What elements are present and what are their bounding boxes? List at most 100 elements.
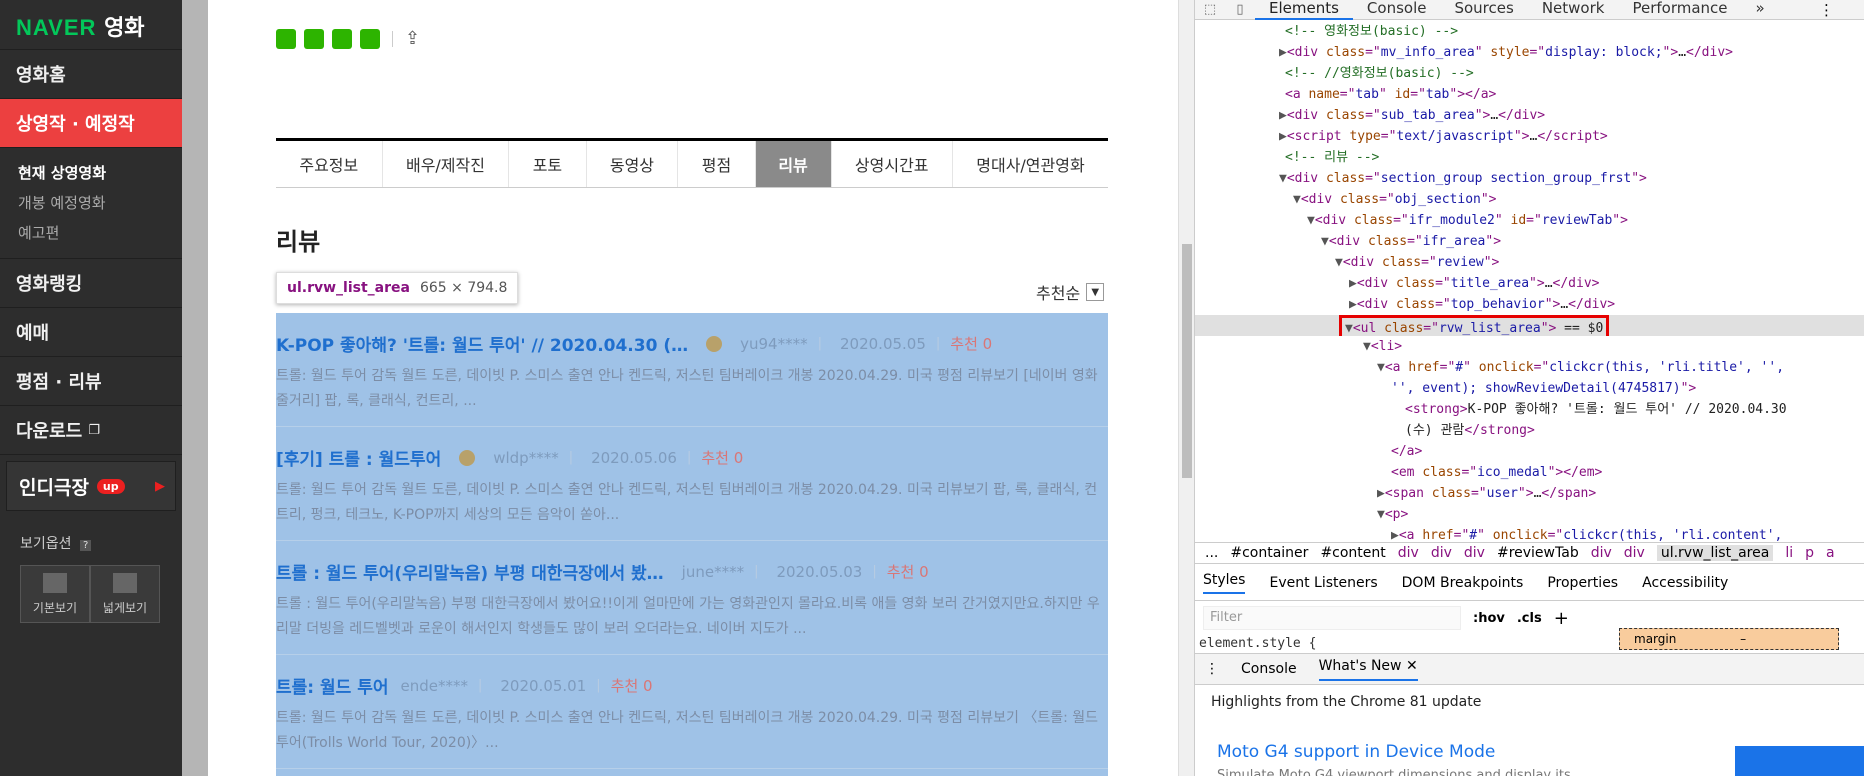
review-title-link[interactable]: 트롤 : 월드 투어(우리말녹음) 부평 대한극장에서 봤…	[276, 559, 664, 584]
dom-node[interactable]: ▶<div class="title_area">…</div>	[1195, 273, 1864, 294]
tab-rating[interactable]: 평점	[678, 141, 756, 187]
sort-select[interactable]: 추천순 ▼	[1036, 280, 1105, 304]
dom-node[interactable]: '', event); showReviewDetail(4745817)">	[1195, 378, 1864, 399]
dom-node[interactable]: </a>	[1195, 441, 1864, 462]
cafe-share-icon[interactable]	[304, 28, 324, 49]
submenu-current-movies[interactable]: 현재 상영영화	[18, 158, 182, 188]
breadcrumb-item[interactable]: div	[1591, 545, 1612, 561]
bookmark-share-icon[interactable]	[332, 28, 352, 49]
styles-tab[interactable]: Styles	[1203, 572, 1246, 594]
sidebar-item-booking[interactable]: 예매	[0, 308, 182, 357]
review-user[interactable]: wldp****	[493, 449, 558, 467]
dom-node[interactable]: <strong>K-POP 좋아해? '트롤: 월드 투어' // 2020.0…	[1195, 399, 1864, 420]
help-icon[interactable]: ?	[79, 540, 92, 551]
dom-node[interactable]: <em class="ico_medal"></em>	[1195, 462, 1864, 483]
dom-node[interactable]: ▼<p>	[1195, 504, 1864, 525]
styles-tab[interactable]: Event Listeners	[1269, 575, 1377, 591]
tab-main-info[interactable]: 주요정보	[276, 141, 383, 187]
submenu-trailers[interactable]: 예고편	[18, 218, 182, 248]
styles-tab[interactable]: Properties	[1547, 575, 1618, 591]
tab-video[interactable]: 동영상	[587, 141, 679, 187]
review-title-link[interactable]: [후기] 트롤 : 월드투어	[276, 445, 441, 470]
dom-node[interactable]: <a name="tab" id="tab"></a>	[1195, 84, 1864, 105]
dom-node[interactable]: ▶<div class="sub_tab_area">…</div>	[1195, 105, 1864, 126]
dom-node[interactable]: ▼<ul class="rvw_list_area"> == $0	[1195, 315, 1864, 336]
sidebar-item-ranking[interactable]: 영화랭킹	[0, 259, 182, 308]
tab-performance[interactable]: Performance	[1618, 0, 1741, 20]
tab-sources[interactable]: Sources	[1440, 0, 1527, 20]
breadcrumb-item[interactable]: div	[1431, 545, 1452, 561]
breadcrumb-item[interactable]: li	[1785, 545, 1793, 561]
blog-share-icon[interactable]	[276, 28, 296, 49]
dom-node[interactable]: ▶<div class="top_behavior">…</div>	[1195, 294, 1864, 315]
sidebar-item-reviews[interactable]: 평점 · 리뷰	[0, 357, 182, 406]
keep-share-icon[interactable]	[360, 28, 380, 49]
tab-photo[interactable]: 포토	[509, 141, 587, 187]
review-title-link[interactable]: K-POP 좋아해? '트롤: 월드 투어' // 2020.04.30 (…	[276, 331, 688, 356]
tab-network[interactable]: Network	[1528, 0, 1619, 20]
basic-view-button[interactable]: 기본보기	[20, 565, 90, 623]
review-title-link[interactable]: 트롤: 월드 투어	[276, 673, 388, 698]
hov-button[interactable]: :hov	[1473, 611, 1505, 626]
breadcrumb-item[interactable]: div	[1398, 545, 1419, 561]
breadcrumb-item[interactable]: div	[1624, 545, 1645, 561]
dom-node[interactable]: <!-- 영화정보(basic) -->	[1195, 21, 1864, 42]
drawer-tab-whats-new[interactable]: What's New ✕	[1318, 658, 1418, 681]
styles-tab[interactable]: DOM Breakpoints	[1402, 575, 1524, 591]
breadcrumb-item[interactable]: #container	[1230, 545, 1308, 561]
review-user[interactable]: ende****	[400, 677, 468, 695]
review-body-link[interactable]: 트롤: 월드 투어 감독 월트 도른, 데이빗 P. 스미스 출연 안나 켄드릭…	[276, 478, 1108, 528]
indie-theater-button[interactable]: 인디극장 up ▶	[6, 461, 176, 511]
whats-new-link[interactable]: Moto G4 support in Device Mode	[1217, 742, 1495, 762]
tab-elements[interactable]: Elements	[1255, 0, 1353, 20]
styles-filter-input[interactable]: Filter	[1203, 606, 1461, 630]
sidebar-item-home[interactable]: 영화홈	[0, 50, 182, 99]
tab-console[interactable]: Console	[1353, 0, 1441, 20]
tab-cast[interactable]: 배우/제작진	[383, 141, 510, 187]
review-body-link[interactable]: 트롤: 월드 투어 감독 월트 도른, 데이빗 P. 스미스 출연 안나 켄드릭…	[276, 706, 1108, 756]
dom-node[interactable]: <!-- //영화정보(basic) -->	[1195, 63, 1864, 84]
dom-node[interactable]: ▼<li>	[1195, 336, 1864, 357]
dom-node[interactable]: (수) 관람</strong>	[1195, 420, 1864, 441]
add-rule-icon[interactable]: +	[1554, 608, 1569, 629]
tab-review[interactable]: 리뷰	[755, 141, 832, 187]
more-tabs-button[interactable]: »	[1742, 0, 1779, 20]
styles-tab[interactable]: Accessibility	[1642, 575, 1728, 591]
breadcrumb-item[interactable]: div	[1464, 545, 1485, 561]
tab-showtimes[interactable]: 상영시간표	[832, 141, 953, 187]
submenu-upcoming-movies[interactable]: 개봉 예정영화	[18, 188, 182, 218]
breadcrumb-item[interactable]: a	[1826, 545, 1835, 561]
dom-node[interactable]: ▼<div class="ifr_area">	[1195, 231, 1864, 252]
dom-node[interactable]: ▶<div class="mv_info_area" style="displa…	[1195, 42, 1864, 63]
wide-view-button[interactable]: 넓게보기	[90, 565, 160, 623]
naver-movie-logo[interactable]: NAVER 영화	[0, 0, 182, 50]
breadcrumb-item[interactable]: ...	[1205, 545, 1218, 561]
kebab-menu-icon[interactable]: ⋮	[1819, 1, 1834, 19]
review-user[interactable]: yu94****	[740, 335, 807, 353]
breadcrumb-item[interactable]: #reviewTab	[1497, 545, 1579, 561]
dom-node[interactable]: ▶<script type="text/javascript">…</scrip…	[1195, 126, 1864, 147]
device-toggle-icon[interactable]: ▯	[1225, 2, 1255, 17]
review-body-link[interactable]: 트롤 : 월드 투어(우리말녹음) 부평 대한극장에서 봤어요!!이게 얼마만에…	[276, 592, 1108, 642]
sidebar-item-download[interactable]: 다운로드 ❐	[0, 406, 182, 455]
drawer-tab-console[interactable]: Console	[1241, 661, 1297, 677]
dom-node[interactable]: ▼<div class="review">	[1195, 252, 1864, 273]
breadcrumb-item[interactable]: #content	[1320, 545, 1385, 561]
dom-node[interactable]: <!-- 리뷰 -->	[1195, 147, 1864, 168]
close-icon[interactable]: ✕	[1406, 658, 1418, 674]
review-body-link[interactable]: 트롤: 월드 투어 감독 월트 도른, 데이빗 P. 스미스 출연 안나 켄드릭…	[276, 364, 1108, 414]
page-scrollbar[interactable]	[1178, 0, 1194, 776]
dom-node[interactable]: ▶<span class="user">…</span>	[1195, 483, 1864, 504]
share-icon[interactable]: ⇪	[405, 28, 420, 49]
sidebar-item-now-showing[interactable]: 상영작 · 예정작	[0, 99, 182, 148]
cls-button[interactable]: .cls	[1517, 611, 1542, 626]
tab-quotes[interactable]: 명대사/연관영화	[953, 141, 1108, 187]
dom-node[interactable]: ▼<a href="#" onclick="clickcr(this, 'rli…	[1195, 357, 1864, 378]
drawer-menu-icon[interactable]: ⋮	[1205, 661, 1219, 677]
breadcrumb-item[interactable]: ul.rvw_list_area	[1656, 545, 1774, 561]
dom-node[interactable]: ▼<div class="ifr_module2" id="reviewTab"…	[1195, 210, 1864, 231]
breadcrumb-item[interactable]: p	[1805, 545, 1814, 561]
dom-node[interactable]: ▼<div class="obj_section">	[1195, 189, 1864, 210]
review-user[interactable]: june****	[682, 563, 744, 581]
scrollbar-thumb[interactable]	[1182, 244, 1192, 478]
